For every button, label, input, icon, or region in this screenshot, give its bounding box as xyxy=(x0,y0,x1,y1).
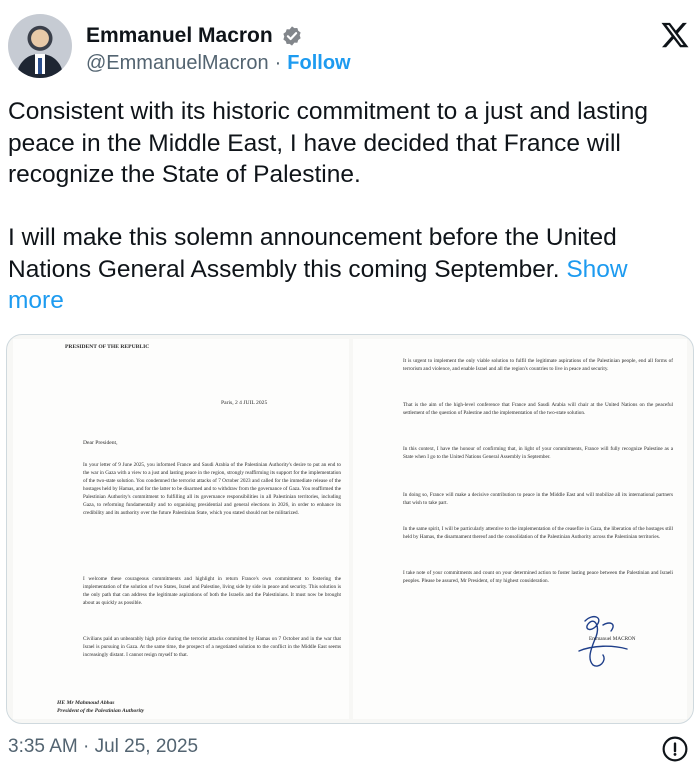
follow-button[interactable]: Follow xyxy=(287,52,350,75)
tweet-body: Consistent with its historic commitment … xyxy=(8,98,648,283)
avatar[interactable] xyxy=(8,14,72,78)
author-handle-row: @EmmanuelMacron · Follow xyxy=(86,52,351,75)
separator-dot: · xyxy=(274,52,282,74)
letter-paragraph: In the same spirit, I will be particular… xyxy=(403,526,673,540)
tweet-footer: 3:35 AM · Jul 25, 2025 xyxy=(8,736,692,766)
author-name-row: Emmanuel Macron xyxy=(86,24,303,48)
letter-salutation: Dear President, xyxy=(83,440,118,446)
tweet-text: Consistent with its historic commitment … xyxy=(8,96,688,317)
letter-paragraph: In your letter of 9 June 2025, you infor… xyxy=(83,462,341,516)
letter-paragraph: I welcome these courageous commitments a… xyxy=(83,576,341,606)
author-name[interactable]: Emmanuel Macron xyxy=(86,24,273,48)
letter-addressee: HE Mr Mahmoud Abbas xyxy=(57,700,115,706)
verified-badge-icon xyxy=(283,26,301,46)
author-handle[interactable]: @EmmanuelMacron xyxy=(86,52,269,75)
letter-paragraph: I take note of your commitments and coun… xyxy=(403,570,673,584)
letter-page-right: It is urgent to implement the only viabl… xyxy=(353,339,687,719)
letter-addressee-title: President of the Palestinian Authority xyxy=(57,708,145,714)
letter-paragraph: In this context, I have the honour of co… xyxy=(403,446,673,460)
letter-paragraph: That is the aim of the high-level confer… xyxy=(403,402,673,416)
letter-date: Paris, 2 4 JUIL 2025 xyxy=(221,400,268,406)
x-logo-icon[interactable] xyxy=(660,20,690,50)
letter-paragraph: In doing so, France will make a decisive… xyxy=(403,492,673,506)
letter-header: PRESIDENT OF THE REPUBLIC xyxy=(65,344,150,350)
letter-paragraph: Civilians paid an unbearably high price … xyxy=(83,636,341,658)
share-icon[interactable] xyxy=(662,736,688,762)
letter-page-left: PRESIDENT OF THE REPUBLIC Paris, 2 4 JUI… xyxy=(13,339,349,719)
letter-image[interactable]: PRESIDENT OF THE REPUBLIC Paris, 2 4 JUI… xyxy=(6,334,694,724)
letter-signatory: Emmanuel MACRON xyxy=(589,636,636,642)
letter-paragraph: It is urgent to implement the only viabl… xyxy=(403,358,673,372)
tweet-timestamp[interactable]: 3:35 AM · Jul 25, 2025 xyxy=(8,736,198,758)
tweet-header: Emmanuel Macron @EmmanuelMacron · Follow xyxy=(8,12,692,82)
